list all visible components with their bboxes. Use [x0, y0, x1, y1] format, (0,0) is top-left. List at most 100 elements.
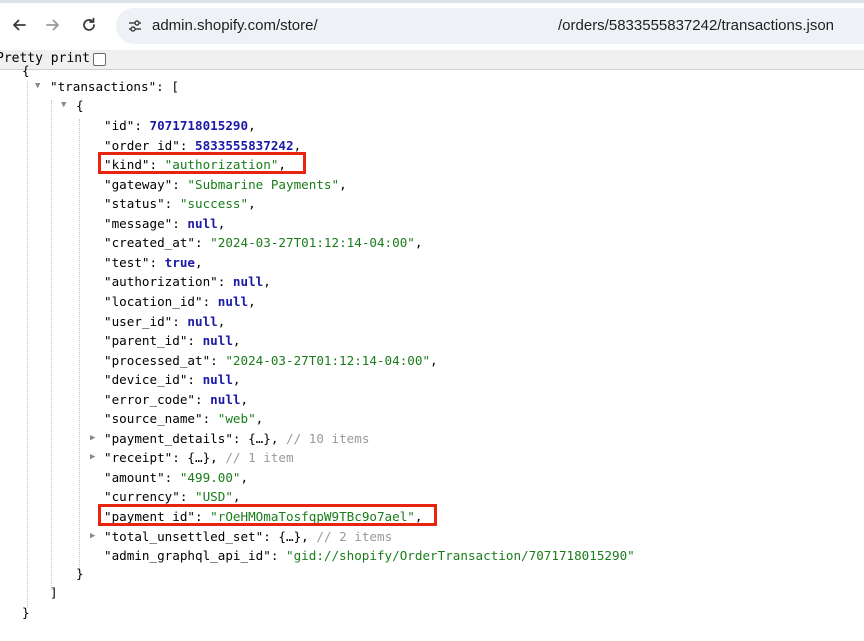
json-separator: :: [217, 274, 233, 290]
json-trailing-comma: ,: [217, 215, 226, 231]
json-separator: :: [187, 372, 203, 388]
json-key: "parent_id": [104, 333, 188, 349]
json-trailing-comma: ,: [248, 118, 256, 133]
json-separator: :: [270, 548, 286, 564]
json-separator: :: [149, 254, 165, 270]
json-collapsed-value[interactable]: {…},: [278, 529, 308, 544]
json-field-line: "authorization": null,: [104, 272, 271, 291]
json-field-line: "location_id": null,: [104, 292, 256, 311]
json-collapsed-value[interactable]: {…},: [248, 431, 278, 446]
json-value: "2024-03-27T01:12:14-04:00": [225, 352, 431, 368]
url-path-text: /orders/5833555837242/transactions.json: [558, 17, 835, 34]
toolbar-accent: [0, 0, 864, 3]
json-separator: :: [202, 411, 218, 427]
json-field-line: "parent_id": null,: [104, 331, 241, 350]
json-item-count-comment: // 2 items: [308, 528, 393, 544]
indent-guide: [79, 119, 80, 571]
json-key: "device_id": [104, 372, 188, 388]
json-key: "authorization": [104, 274, 218, 290]
json-key: "user_id": [104, 313, 173, 329]
url-host-text: admin.shopify.com/store/: [152, 17, 318, 34]
json-trailing-comma: ,: [217, 313, 226, 329]
back-button[interactable]: [6, 12, 32, 38]
back-arrow-icon: [11, 17, 27, 33]
pretty-print-bar: Pretty print: [0, 50, 864, 70]
site-settings-icon[interactable]: [126, 17, 144, 35]
json-value: null: [202, 372, 233, 388]
transactions-line: "transactions": [: [50, 77, 179, 96]
json-key: "amount": [104, 469, 165, 485]
json-field-line: "id": 7071718015290,: [104, 116, 256, 135]
pretty-print-checkbox[interactable]: [93, 53, 106, 66]
json-field-line: "user_id": null,: [104, 312, 225, 331]
json-field-line: "gateway": "Submarine Payments",: [104, 175, 347, 194]
expand-toggle-icon[interactable]: ▶: [90, 527, 95, 546]
json-item-count-comment: // 1 item: [217, 450, 294, 466]
json-field-line: "status": "success",: [104, 194, 256, 213]
json-trailing-comma: ,: [248, 196, 256, 212]
json-trailing-comma: ,: [195, 254, 203, 270]
kind-highlight-box: [98, 152, 306, 174]
json-trailing-comma: ,: [293, 137, 302, 153]
json-close-brace: }: [22, 605, 30, 620]
json-separator: :: [179, 137, 195, 153]
array-close-bracket: ]: [50, 585, 58, 600]
json-separator: :: [179, 489, 195, 505]
json-field-line: "error_code": null,: [104, 390, 248, 409]
json-viewer: { ▼ "transactions": [ ▼ { "id": 70717180…: [0, 63, 864, 641]
json-key: "receipt": [104, 450, 173, 466]
browser-toolbar: admin.shopify.com/store/ /orders/5833555…: [0, 0, 864, 50]
json-item-count-comment: // 10 items: [278, 430, 370, 446]
json-trailing-comma: ,: [339, 176, 347, 192]
json-value: true: [164, 254, 196, 270]
forward-arrow-icon: [45, 17, 61, 33]
json-value: null: [217, 293, 249, 309]
json-key: "currency": [104, 489, 180, 505]
collapse-toggle-icon[interactable]: ▼: [35, 77, 40, 96]
json-separator: :: [164, 469, 180, 485]
json-trailing-comma: ,: [232, 372, 241, 388]
forward-button[interactable]: [40, 12, 66, 38]
json-field-line: "created_at": "2024-03-27T01:12:14-04:00…: [104, 233, 422, 252]
item-open-brace: {: [76, 98, 84, 113]
json-separator: :: [210, 352, 226, 368]
json-collapsed-value[interactable]: {…},: [187, 450, 217, 465]
json-punct: : [: [156, 79, 179, 94]
json-trailing-comma: ,: [240, 469, 249, 485]
json-separator: :: [172, 313, 188, 329]
json-field-line: "admin_graphql_api_id": "gid://shopify/O…: [104, 546, 635, 565]
json-trailing-comma: ,: [248, 293, 256, 309]
json-field-line: "receipt": {…}, // 1 item: [104, 448, 294, 467]
json-field-line: "source_name": "web",: [104, 409, 263, 428]
collapse-toggle-icon[interactable]: ▼: [61, 96, 66, 115]
json-separator: :: [195, 235, 211, 251]
address-bar[interactable]: admin.shopify.com/store/ /orders/5833555…: [116, 8, 864, 44]
json-key: "gateway": [104, 176, 173, 192]
json-value: 7071718015290: [149, 118, 249, 133]
json-key: "created_at": [104, 235, 195, 251]
json-separator: :: [164, 196, 180, 212]
json-field-line: "total_unsettled_set": {…}, // 2 items: [104, 527, 392, 546]
json-field-line: "processed_at": "2024-03-27T01:12:14-04:…: [104, 351, 438, 370]
json-key: "payment_details": [104, 430, 233, 446]
reload-button[interactable]: [76, 12, 102, 38]
json-key: "location_id": [104, 293, 203, 309]
json-value: null: [232, 274, 264, 290]
json-value: "success": [179, 196, 249, 212]
json-trailing-comma: ,: [232, 333, 241, 349]
json-field-line: "payment_details": {…}, // 10 items: [104, 429, 369, 448]
json-value: 5833555837242: [195, 137, 294, 153]
json-key: "admin_graphql_api_id": [104, 548, 271, 564]
json-trailing-comma: ,: [263, 274, 271, 290]
expand-toggle-icon[interactable]: ▶: [90, 448, 95, 467]
json-key: "test": [104, 254, 150, 270]
json-value: null: [202, 333, 233, 349]
json-field-line: "message": null,: [104, 214, 225, 233]
json-separator: :: [172, 176, 188, 192]
json-separator: :: [202, 293, 218, 309]
json-key: "total_unsettled_set": [104, 528, 264, 544]
reload-icon: [81, 17, 97, 33]
indent-guide: [27, 81, 28, 608]
expand-toggle-icon[interactable]: ▶: [90, 429, 95, 448]
json-value: null: [187, 215, 218, 231]
